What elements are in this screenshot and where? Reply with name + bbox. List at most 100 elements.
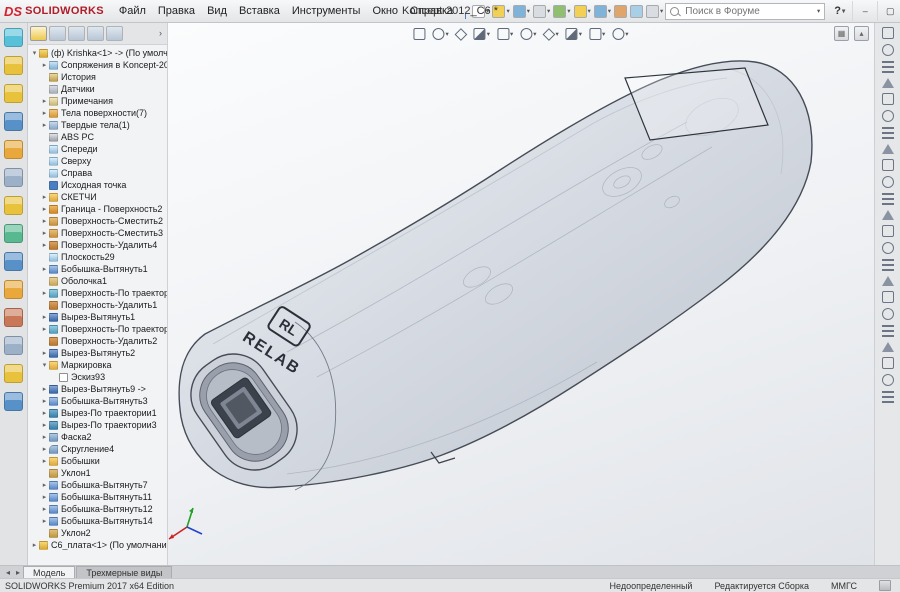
expand-arrow-icon[interactable]: ▸	[40, 265, 49, 273]
expand-arrow-icon[interactable]: ▸	[40, 61, 49, 69]
select-arrow-icon[interactable]	[882, 27, 894, 39]
tree-item[interactable]: Сверху	[27, 155, 167, 167]
tree-item[interactable]: Исходная точка	[27, 179, 167, 191]
apply-scene-icon[interactable]: ▾	[587, 25, 607, 43]
view-settings-icon[interactable]: ▾	[610, 25, 630, 43]
circle-tool-icon[interactable]	[4, 140, 23, 159]
section-view-icon[interactable]: ▾	[472, 25, 492, 43]
maximize-button[interactable]: ▢	[877, 1, 900, 21]
line-tool-icon[interactable]	[4, 112, 23, 131]
sketch-icon[interactable]	[882, 308, 894, 320]
tree-item[interactable]: Справа	[27, 167, 167, 179]
configurationmanager-tab-icon[interactable]	[68, 26, 85, 41]
zoom-area-icon[interactable]	[882, 61, 894, 73]
expand-arrow-icon[interactable]: ▸	[40, 289, 49, 297]
tree-item[interactable]: ▸Бобышка-Вытянуть7	[27, 479, 167, 491]
tree-item[interactable]: Эскиз93	[27, 371, 167, 383]
hide-show-items-icon[interactable]: ▾	[542, 25, 561, 43]
extruded-boss-icon[interactable]	[4, 168, 23, 187]
menu-item[interactable]: Файл	[113, 3, 152, 19]
expand-arrow-icon[interactable]: ▸	[40, 229, 49, 237]
dimxpertmanager-tab-icon[interactable]	[87, 26, 104, 41]
expand-arrow-icon[interactable]: ▸	[40, 481, 49, 489]
expand-arrow-icon[interactable]: ▸	[40, 313, 49, 321]
reference-axis-icon[interactable]	[882, 291, 894, 303]
front-view-icon[interactable]	[882, 110, 894, 122]
dropdown-caret-icon[interactable]: ▾	[527, 7, 530, 15]
tree-item[interactable]: Оболочка1	[27, 275, 167, 287]
pan-icon[interactable]	[882, 78, 894, 88]
mass-properties-icon[interactable]	[882, 259, 894, 271]
displaymanager-tab-icon[interactable]	[106, 26, 123, 41]
search-caret-icon[interactable]: ▾	[817, 7, 820, 15]
panel-tabs-overflow-icon[interactable]: ›	[159, 28, 164, 38]
tree-item[interactable]: ABS PC	[27, 131, 167, 143]
tree-item[interactable]: ▸Вырез-По траектории1	[27, 407, 167, 419]
feature-tree[interactable]: ▾(ф) Krishka<1> -> (По умолчани▸Сопряжен…	[27, 45, 167, 566]
expand-arrow-icon[interactable]: ▾	[30, 49, 39, 57]
save-icon[interactable]: ▾	[512, 2, 531, 20]
swept-boss-icon[interactable]	[4, 224, 23, 243]
expand-arrow-icon[interactable]: ▸	[40, 433, 49, 441]
file-properties-icon[interactable]	[629, 2, 644, 20]
mate-icon[interactable]	[4, 392, 23, 411]
expand-arrow-icon[interactable]: ▸	[40, 421, 49, 429]
expand-arrow-icon[interactable]: ▸	[40, 349, 49, 357]
cut-extrude-icon[interactable]	[882, 374, 894, 386]
collapse-arrow-icon[interactable]: ▴	[854, 26, 869, 41]
dimension-icon[interactable]	[882, 325, 894, 337]
appearance-icon[interactable]	[882, 391, 894, 403]
select-icon[interactable]	[4, 28, 23, 47]
dropdown-caret-icon[interactable]: ▾	[608, 7, 611, 15]
expand-arrow-icon[interactable]: ▸	[30, 541, 39, 549]
zoom-area-icon[interactable]: ▾	[430, 25, 450, 43]
tree-item[interactable]: Уклон2	[27, 527, 167, 539]
dropdown-caret-icon[interactable]: ▾	[533, 30, 536, 38]
rebuild-icon[interactable]	[613, 2, 628, 20]
tree-item[interactable]: ▸Вырез-Вытянуть9 ->	[27, 383, 167, 395]
expand-arrow-icon[interactable]: ▸	[40, 193, 49, 201]
dropdown-caret-icon[interactable]: ▾	[547, 7, 550, 15]
sketch-icon[interactable]	[4, 56, 23, 75]
tree-item[interactable]: ▸Бобышки	[27, 455, 167, 467]
tree-item[interactable]: ▸C6_плата<1> (По умолчанию<C	[27, 539, 167, 551]
zoom-fit-icon[interactable]	[411, 25, 427, 43]
expand-arrow-icon[interactable]: ▸	[40, 493, 49, 501]
shaded-edges-icon[interactable]	[882, 193, 894, 205]
search-input[interactable]	[683, 5, 812, 18]
tree-item[interactable]: ▸Фаска2	[27, 431, 167, 443]
tree-item[interactable]: ▸Граница - Поверхность2	[27, 203, 167, 215]
print-icon[interactable]: ▾	[532, 2, 551, 20]
tree-item[interactable]: ▸Поверхность-По траектории	[27, 323, 167, 335]
display-style-icon[interactable]: ▾	[518, 25, 538, 43]
expand-arrow-icon[interactable]: ▸	[40, 409, 49, 417]
menu-item[interactable]: Правка	[152, 3, 201, 19]
boss-extrude-icon[interactable]	[882, 357, 894, 369]
tree-item[interactable]: ▸Примечания	[27, 95, 167, 107]
wireframe-icon[interactable]	[882, 159, 894, 171]
viewport[interactable]: RL RELAB ▾▾▾▾▾▾▾▾ ▦▴	[167, 22, 875, 566]
tree-item[interactable]: ▸Поверхность-По траектории	[27, 287, 167, 299]
tree-item[interactable]: ▾Маркировка	[27, 359, 167, 371]
tree-item[interactable]: ▸СКЕТЧИ	[27, 191, 167, 203]
tree-item[interactable]: ▸Бобышка-Вытянуть12	[27, 503, 167, 515]
menu-item[interactable]: Инструменты	[286, 3, 367, 19]
tree-item[interactable]: ▸Скругление4	[27, 443, 167, 455]
tree-item[interactable]: ▸Твердые тела(1)	[27, 119, 167, 131]
tree-item[interactable]: Поверхность-Удалить2	[27, 335, 167, 347]
redo-icon[interactable]: ▾	[573, 2, 592, 20]
dropdown-caret-icon[interactable]: ▾	[588, 7, 591, 15]
tree-item[interactable]: ▸Бобышка-Вытянуть11	[27, 491, 167, 503]
previous-view-icon[interactable]	[454, 25, 469, 43]
dropdown-caret-icon[interactable]: ▾	[556, 30, 559, 38]
tree-item[interactable]: ▸Бобышка-Вытянуть3	[27, 395, 167, 407]
expand-arrow-icon[interactable]: ▸	[40, 397, 49, 405]
dropdown-caret-icon[interactable]: ▾	[506, 7, 509, 15]
select-icon[interactable]: ▾	[593, 2, 612, 20]
menu-item[interactable]: Окно	[366, 3, 404, 19]
tree-item[interactable]: Плоскость29	[27, 251, 167, 263]
options-icon[interactable]: ▾	[645, 2, 664, 20]
tree-item[interactable]: Спереди	[27, 143, 167, 155]
view-orientation-icon[interactable]: ▾	[495, 25, 515, 43]
expand-arrow-icon[interactable]: ▸	[40, 505, 49, 513]
